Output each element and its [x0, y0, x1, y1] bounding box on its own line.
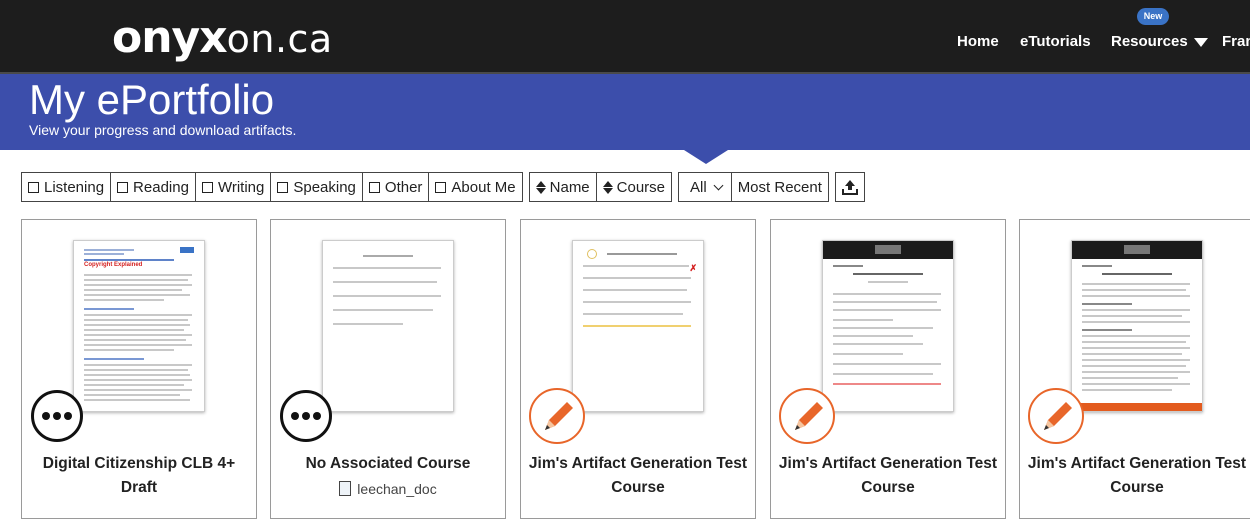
logo-domain: on.ca: [226, 17, 333, 61]
nav-french[interactable]: Fran: [1222, 33, 1250, 50]
pencil-icon[interactable]: [779, 388, 835, 444]
type-filter-group: Listening Reading Writing Speaking Other…: [21, 172, 523, 202]
upload-button[interactable]: [835, 173, 864, 201]
page-header: My ePortfolio View your progress and dow…: [0, 74, 1250, 150]
upload-icon: [841, 179, 858, 195]
nav-resources[interactable]: Resources: [1111, 33, 1208, 50]
sort-label: Course: [616, 178, 666, 196]
upload-group: [834, 172, 865, 202]
scope-label: All: [690, 178, 707, 196]
page-title: My ePortfolio: [29, 76, 275, 123]
checkbox-icon: [277, 181, 289, 193]
filter-writing[interactable]: Writing: [194, 173, 271, 201]
nav-resources-label: Resources: [1111, 33, 1188, 50]
order-most-recent-button[interactable]: Most Recent: [730, 173, 828, 201]
scope-group: All Most Recent: [678, 172, 829, 202]
artifact-thumbnail[interactable]: [322, 240, 454, 412]
sort-icon: [535, 180, 546, 194]
artifact-thumbnail[interactable]: [1071, 240, 1203, 412]
logo-brand: onyx: [112, 12, 228, 63]
sort-icon: [602, 180, 613, 194]
artifact-thumbnail[interactable]: [822, 240, 954, 412]
pencil-icon[interactable]: [1028, 388, 1084, 444]
filter-about-me[interactable]: About Me: [428, 173, 522, 201]
checkbox-icon: [435, 181, 447, 193]
header-pointer: [684, 150, 728, 164]
onyx-logo[interactable]: onyxon.ca: [112, 14, 333, 63]
more-options-icon[interactable]: [31, 390, 83, 442]
filter-label: About Me: [451, 178, 516, 196]
filter-reading[interactable]: Reading: [110, 173, 195, 201]
checkbox-icon: [368, 181, 380, 193]
filter-other[interactable]: Other: [361, 173, 429, 201]
filter-label: Listening: [44, 178, 105, 196]
nav-etutorials[interactable]: eTutorials: [1020, 33, 1091, 50]
artifact-card[interactable]: Jim's Artifact Generation Test Course: [770, 219, 1006, 519]
document-icon: [339, 481, 352, 496]
artifact-thumbnail[interactable]: ✗: [572, 240, 704, 412]
order-label: Most Recent: [737, 178, 822, 196]
card-owner[interactable]: leechan_doc: [271, 481, 505, 497]
card-title: Jim's Artifact Generation Test Course: [528, 455, 748, 496]
card-title: No Associated Course: [305, 455, 471, 472]
filter-label: Other: [384, 178, 423, 196]
caret-down-icon: [1193, 37, 1208, 47]
thumbnail-heading: Copyright Explained: [84, 262, 143, 268]
owner-label: leechan_doc: [357, 481, 437, 497]
artifact-card[interactable]: No Associated Course leechan_doc: [270, 219, 506, 519]
checkbox-icon: [28, 181, 39, 193]
artifact-card[interactable]: Jim's Artifact Generation Test Course: [1019, 219, 1250, 519]
pencil-icon[interactable]: [529, 388, 585, 444]
filter-label: Speaking: [293, 178, 356, 196]
artifact-thumbnail[interactable]: Copyright Explained: [73, 240, 205, 412]
filter-label: Writing: [217, 178, 265, 196]
page-subtitle: View your progress and download artifact…: [29, 122, 297, 138]
card-title: Digital Citizenship CLB 4+ Draft: [42, 455, 236, 496]
sort-label: Name: [549, 178, 590, 196]
filter-speaking[interactable]: Speaking: [270, 173, 362, 201]
artifact-card[interactable]: Copyright Explained Digital Citizenship …: [21, 219, 257, 519]
sort-course-button[interactable]: Course: [595, 173, 672, 201]
filter-label: Reading: [133, 178, 189, 196]
checkbox-icon: [201, 181, 213, 193]
filter-toolbar: Listening Reading Writing Speaking Other…: [21, 172, 865, 202]
sort-name-button[interactable]: Name: [529, 173, 596, 201]
sort-group: Name Course: [528, 172, 673, 202]
artifact-card[interactable]: ✗ Jim's Artifact Generation Test Course: [520, 219, 756, 519]
nav-home[interactable]: Home: [957, 33, 999, 50]
card-title: Jim's Artifact Generation Test Course: [1027, 455, 1247, 496]
scope-dropdown[interactable]: All: [679, 173, 731, 201]
more-options-icon[interactable]: [280, 390, 332, 442]
new-badge: New: [1137, 8, 1169, 25]
checkbox-icon: [117, 181, 129, 193]
filter-listening[interactable]: Listening: [22, 173, 111, 201]
top-nav: onyxon.ca Home eTutorials New Resources …: [0, 0, 1250, 74]
card-title: Jim's Artifact Generation Test Course: [778, 455, 998, 496]
chevron-down-icon: [713, 180, 724, 190]
